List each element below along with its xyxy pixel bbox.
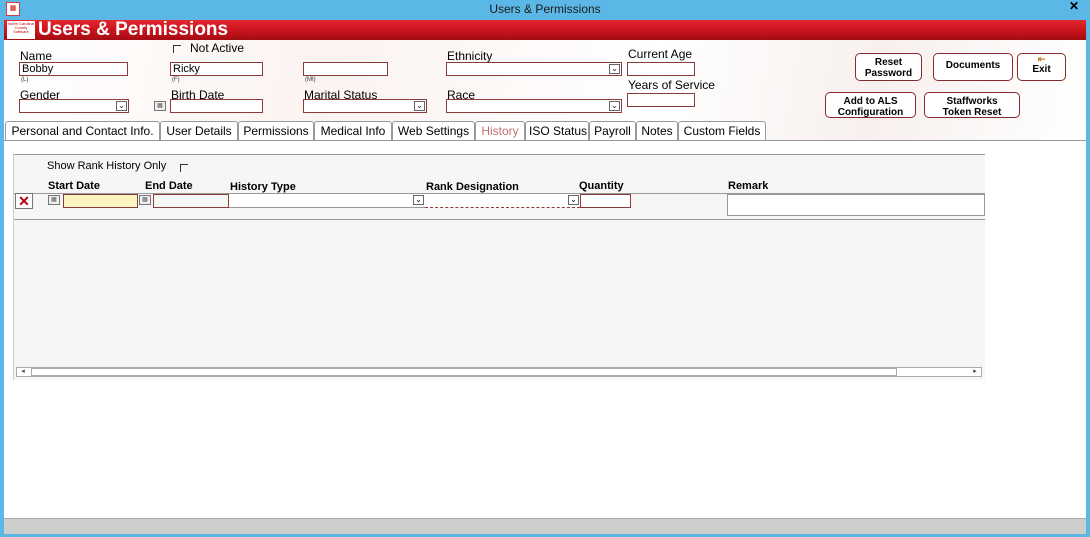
chevron-down-icon[interactable]: ⌄ (413, 195, 424, 205)
documents-button[interactable]: Documents (933, 53, 1013, 81)
calendar-icon[interactable]: ▦ (154, 101, 166, 111)
calendar-icon[interactable]: ▦ (48, 195, 60, 205)
staffworks-line2: Token Reset (942, 107, 1002, 118)
end-date-header: End Date (145, 180, 193, 192)
name-label: Name (20, 49, 53, 63)
tab-history[interactable]: History (475, 121, 525, 141)
calendar-icon[interactable]: ▦ (139, 195, 151, 205)
last-name-hint: (L) (21, 77, 29, 83)
app-logo-icon: ▦ (6, 2, 20, 16)
exit-button[interactable]: ⇤ Exit (1017, 53, 1066, 81)
row-divider (14, 219, 985, 220)
staffworks-token-reset-button[interactable]: Staffworks Token Reset (924, 92, 1020, 118)
tab-payroll[interactable]: Payroll (589, 121, 636, 141)
history-type-select[interactable]: ⌄ (229, 194, 425, 208)
chevron-down-icon[interactable]: ⌄ (568, 195, 579, 205)
race-select[interactable]: ⌄ (446, 99, 622, 113)
years-of-service-label: Years of Service (628, 78, 715, 92)
history-grid: Show Rank History Only Start Date End Da… (13, 154, 985, 380)
marital-status-select[interactable]: ⌄ (303, 99, 427, 113)
tab-notes[interactable]: Notes (636, 121, 678, 141)
exit-label: Exit (1032, 64, 1051, 75)
status-bar (4, 518, 1086, 534)
add-to-als-button[interactable]: Add to ALS Configuration (825, 92, 916, 118)
not-active-label: Not Active (190, 41, 245, 55)
history-type-header: History Type (230, 181, 296, 193)
years-of-service-field[interactable] (627, 93, 695, 107)
horizontal-scrollbar[interactable]: ◂ ▸ (16, 367, 982, 377)
close-window-button[interactable]: ✕ (1060, 0, 1088, 14)
rank-designation-select[interactable]: ⌄ (425, 194, 580, 208)
gender-select[interactable]: ⌄ (19, 99, 129, 113)
tab-personal-contact[interactable]: Personal and Contact Info. (5, 121, 160, 141)
tab-medical-info[interactable]: Medical Info (314, 121, 392, 141)
first-name-hint: (F) (172, 77, 180, 83)
first-name-field[interactable]: Ricky (170, 62, 263, 76)
chevron-down-icon[interactable]: ⌄ (609, 64, 620, 74)
show-rank-history-checkbox[interactable] (180, 164, 188, 172)
exit-arrow-icon: ⇤ (1037, 54, 1046, 64)
add-als-line2: Configuration (837, 107, 904, 118)
window-titlebar: ▦ Users & Permissions ✕ (0, 0, 1090, 20)
tab-iso-status[interactable]: ISO Status (525, 121, 589, 141)
end-date-field[interactable] (153, 194, 229, 208)
tab-permissions[interactable]: Permissions (238, 121, 314, 141)
remark-header: Remark (728, 180, 769, 192)
history-panel: Show Rank History Only Start Date End Da… (4, 140, 1086, 518)
tab-web-settings[interactable]: Web Settings (392, 121, 475, 141)
delete-row-icon[interactable]: ✕ (15, 193, 33, 209)
chevron-down-icon[interactable]: ⌄ (116, 101, 127, 111)
quantity-field[interactable] (580, 194, 631, 208)
county-logo-icon: North Carolina County Software (7, 21, 35, 39)
rank-designation-header: Rank Designation (426, 181, 519, 193)
tab-user-details[interactable]: User Details (160, 121, 238, 141)
scrollbar-thumb[interactable] (31, 368, 897, 376)
middle-initial-hint: (MI) (305, 77, 316, 83)
tab-custom-fields[interactable]: Custom Fields (678, 121, 766, 141)
current-age-field[interactable] (627, 62, 695, 76)
chevron-down-icon[interactable]: ⌄ (609, 101, 620, 111)
birth-date-field[interactable] (170, 99, 263, 113)
current-age-label: Current Age (628, 47, 693, 61)
reset-password-button[interactable]: Reset Password (855, 53, 922, 81)
reset-password-line1: Reset (874, 57, 903, 68)
middle-initial-field[interactable] (303, 62, 388, 76)
show-rank-history-label: Show Rank History Only (47, 160, 167, 172)
chevron-down-icon[interactable]: ⌄ (414, 101, 425, 111)
ethnicity-select[interactable]: ⌄ (446, 62, 622, 76)
remark-field[interactable] (727, 194, 985, 216)
quantity-header: Quantity (579, 180, 624, 192)
ethnicity-label: Ethnicity (447, 49, 493, 63)
scroll-right-icon[interactable]: ▸ (969, 368, 981, 376)
add-als-line1: Add to ALS (843, 96, 898, 107)
last-name-field[interactable]: Bobby (19, 62, 128, 76)
header-banner: North Carolina County Software Users & P… (4, 20, 1086, 40)
staffworks-line1: Staffworks (946, 96, 998, 107)
main-window: North Carolina County Software Users & P… (4, 20, 1086, 534)
start-date-header: Start Date (48, 180, 100, 192)
reset-password-line2: Password (864, 68, 913, 79)
scroll-left-icon[interactable]: ◂ (17, 368, 29, 376)
window-title: Users & Permissions (489, 2, 601, 16)
start-date-field[interactable] (63, 194, 138, 208)
not-active-checkbox[interactable] (173, 45, 181, 53)
page-title: Users & Permissions (38, 19, 229, 40)
